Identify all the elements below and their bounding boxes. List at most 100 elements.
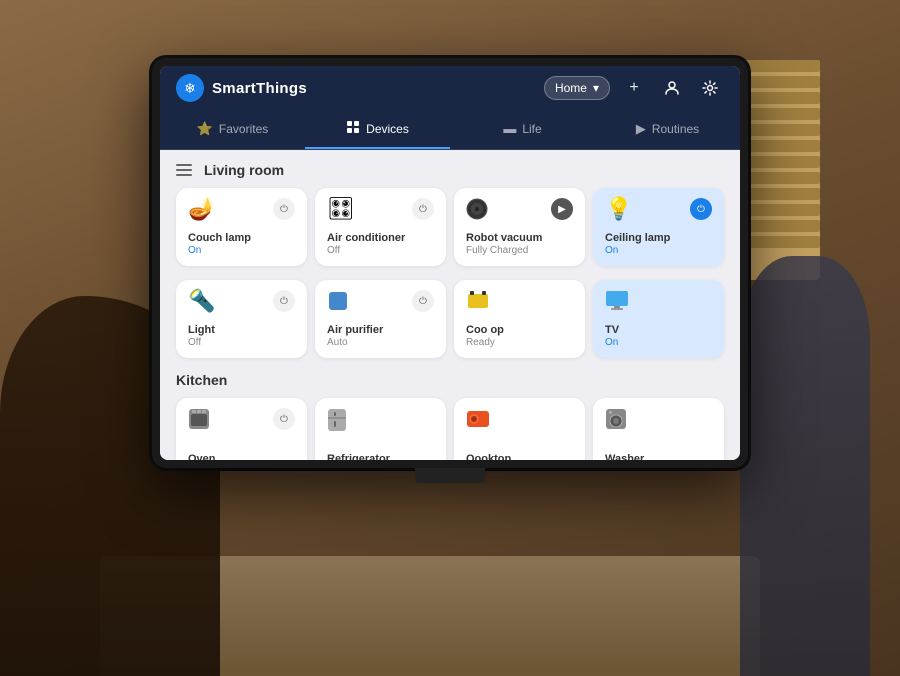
device-card-tv[interactable]: TV On <box>593 280 724 358</box>
couch-lamp-icon: 🪔 <box>188 198 215 220</box>
card-top: 🔦 ⏻ <box>188 290 295 312</box>
tv-name: TV <box>605 324 712 336</box>
home-selector[interactable]: Home ▾ <box>544 76 610 100</box>
devices-icon <box>346 120 360 137</box>
tv-icon <box>605 290 629 314</box>
card-top: 💡 ⏻ <box>605 198 712 220</box>
kitchen-header: Kitchen <box>176 372 724 388</box>
card-top <box>327 408 434 436</box>
settings-button[interactable] <box>696 74 724 102</box>
oven-power[interactable]: ⏻ <box>273 408 295 430</box>
light-icon: 🔦 <box>188 290 215 312</box>
nav-tabs: ⭐ Favorites Devices ▬ Life <box>160 110 740 150</box>
tab-routines[interactable]: ▶ Routines <box>595 111 740 149</box>
device-card-air-conditioner[interactable]: 🎛 ⏻ Air conditioner Off <box>315 188 446 266</box>
tab-life-label: Life <box>522 122 541 136</box>
device-card-air-purifier[interactable]: ⏻ Air purifier Auto <box>315 280 446 358</box>
air-conditioner-power[interactable]: ⏻ <box>412 198 434 220</box>
tab-favorites-label: Favorites <box>219 122 268 136</box>
air-conditioner-name: Air conditioner <box>327 232 434 244</box>
device-card-robot-vacuum[interactable]: ▶ Robot vacuum Fully Charged <box>454 188 585 266</box>
light-power[interactable]: ⏻ <box>273 290 295 312</box>
tab-routines-label: Routines <box>652 122 699 136</box>
tab-favorites[interactable]: ⭐ Favorites <box>160 111 305 149</box>
qooktop-icon <box>466 408 490 434</box>
card-top <box>466 408 573 434</box>
app-header: ❄ SmartThings Home ▾ + <box>160 66 740 110</box>
star-icon: ⭐ <box>197 121 213 137</box>
qooker-name: Coo op <box>466 324 573 336</box>
device-card-light[interactable]: 🔦 ⏻ Light Off <box>176 280 307 358</box>
refrigerator-icon <box>327 408 347 436</box>
tv-frame: ❄ SmartThings Home ▾ + <box>152 58 748 468</box>
air-purifier-icon <box>327 290 349 316</box>
tab-devices[interactable]: Devices <box>305 110 450 149</box>
oven-icon <box>188 408 210 434</box>
routines-icon: ▶ <box>636 121 646 137</box>
air-conditioner-status: Off <box>327 245 434 256</box>
qooker-icon <box>466 290 490 316</box>
card-top <box>466 290 573 316</box>
ceiling-lamp-name: Ceiling lamp <box>605 232 712 244</box>
device-card-qooktop[interactable]: Qooktop <box>454 398 585 460</box>
card-top: 🪔 ⏻ <box>188 198 295 220</box>
device-card-couch-lamp[interactable]: 🪔 ⏻ Couch lamp On <box>176 188 307 266</box>
washer-icon <box>605 408 627 434</box>
smartthings-logo-icon: ❄ <box>176 74 204 102</box>
ceiling-lamp-icon: 💡 <box>605 198 632 220</box>
app-logo: ❄ SmartThings <box>176 74 307 102</box>
qooker-status: Ready <box>466 337 573 348</box>
tab-devices-label: Devices <box>366 122 409 136</box>
tv-stand <box>415 468 485 483</box>
air-purifier-status: Auto <box>327 337 434 348</box>
couch-lamp-name: Couch lamp <box>188 232 295 244</box>
robot-vacuum-status: Fully Charged <box>466 245 573 256</box>
living-room-title: Living room <box>204 162 284 178</box>
kitchen-section: Kitchen <box>176 372 724 460</box>
kitchen-row: ⏻ Oven <box>176 398 724 460</box>
app-content: Living room 🪔 ⏻ Couch lamp On <box>160 150 740 460</box>
living-room-header: Living room <box>176 162 724 178</box>
kitchen-title: Kitchen <box>176 372 227 388</box>
device-card-oven[interactable]: ⏻ Oven <box>176 398 307 460</box>
person-right <box>740 256 870 676</box>
couch-lamp-status: On <box>188 245 295 256</box>
living-room-row1: 🪔 ⏻ Couch lamp On 🎛 ⏻ Air condit <box>176 188 724 266</box>
card-top: 🎛 ⏻ <box>327 198 434 220</box>
card-top: ▶ <box>466 198 573 224</box>
air-purifier-name: Air purifier <box>327 324 434 336</box>
oven-name: Oven <box>188 453 295 460</box>
device-card-washer[interactable]: Washer <box>593 398 724 460</box>
robot-vacuum-name: Robot vacuum <box>466 232 573 244</box>
app-name: SmartThings <box>212 80 307 97</box>
card-top <box>605 408 712 434</box>
light-name: Light <box>188 324 295 336</box>
card-top <box>605 290 712 314</box>
qooktop-name: Qooktop <box>466 453 573 460</box>
header-right: Home ▾ + <box>544 74 724 102</box>
air-purifier-power[interactable]: ⏻ <box>412 290 434 312</box>
menu-icon[interactable] <box>176 164 192 176</box>
tab-life[interactable]: ▬ Life <box>450 111 595 148</box>
ceiling-lamp-power[interactable]: ⏻ <box>690 198 712 220</box>
tv-screen: ❄ SmartThings Home ▾ + <box>160 66 740 460</box>
card-top: ⏻ <box>327 290 434 316</box>
logo-snowflake: ❄ <box>184 80 196 97</box>
tv-status: On <box>605 337 712 348</box>
life-icon: ▬ <box>503 121 516 136</box>
couch-lamp-power[interactable]: ⏻ <box>273 198 295 220</box>
washer-name: Washer <box>605 453 712 460</box>
device-card-refrigerator[interactable]: Refrigerator <box>315 398 446 460</box>
device-card-qooker[interactable]: Coo op Ready <box>454 280 585 358</box>
add-button[interactable]: + <box>620 74 648 102</box>
home-label: Home <box>555 81 587 95</box>
chevron-down-icon: ▾ <box>593 81 599 95</box>
refrigerator-name: Refrigerator <box>327 453 434 460</box>
robot-vacuum-icon <box>466 198 488 224</box>
robot-vacuum-play[interactable]: ▶ <box>551 198 573 220</box>
air-conditioner-icon: 🎛 <box>327 198 355 220</box>
light-status: Off <box>188 337 295 348</box>
device-card-ceiling-lamp[interactable]: 💡 ⏻ Ceiling lamp On <box>593 188 724 266</box>
profile-button[interactable] <box>658 74 686 102</box>
living-room-row2: 🔦 ⏻ Light Off <box>176 280 724 358</box>
